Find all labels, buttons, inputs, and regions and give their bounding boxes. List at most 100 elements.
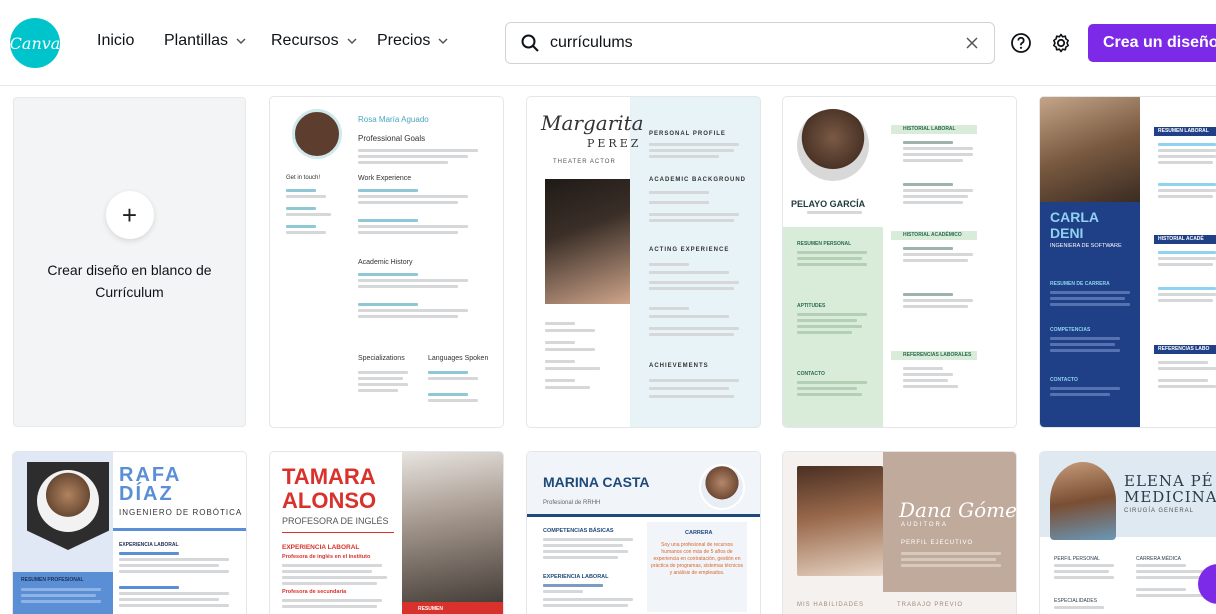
template-card-pelayo[interactable]: PELAYO GARCÍA RESUMEN PERSONAL APTITUDES…	[783, 97, 1016, 427]
create-design-label: Crea un diseño	[1103, 34, 1216, 51]
chevron-down-icon	[236, 38, 246, 45]
marina-s3: EXPERIENCIA LABORAL	[543, 574, 609, 580]
dana-s3: TRABAJO PREVIO	[897, 602, 964, 608]
pelayo-s1: HISTORIAL LABORAL	[903, 126, 956, 132]
avatar	[699, 464, 745, 510]
rafa-last: DÍAZ	[119, 483, 174, 505]
carla-photo	[1040, 97, 1140, 202]
nav-resources[interactable]: Recursos	[271, 32, 359, 50]
search-bar	[505, 22, 995, 64]
margarita-last: PEREZ	[587, 137, 642, 150]
dana-s1: PERFIL EJECUTIVO	[901, 540, 974, 546]
marina-role: Profesional de RRHH	[543, 500, 601, 506]
dana-s2: MIS HABILIDADES	[797, 602, 865, 608]
nav-templates[interactable]: Plantillas	[164, 32, 248, 50]
marina-s2: CARRERA	[685, 530, 713, 536]
clear-icon[interactable]	[964, 35, 980, 51]
marina-name: MARINA CASTA	[543, 474, 650, 490]
elena-role: CIRUGÍA GENERAL	[1124, 508, 1195, 514]
template-card-rosa[interactable]: Rosa María Aguado Professional Goals Get…	[270, 97, 503, 427]
margarita-first: Margarita	[541, 111, 644, 135]
elena-last: MEDICINA	[1124, 488, 1216, 506]
logo-text: Canva	[9, 33, 61, 53]
dana-photo	[797, 466, 883, 576]
help-icon[interactable]	[1008, 30, 1034, 56]
rosa-lang-heading: Languages Spoken	[428, 355, 489, 362]
pelayo-s6: CONTACTO	[797, 371, 825, 377]
carla-role: INGENIERA DE SOFTWARE	[1050, 243, 1122, 249]
pelayo-s2: HISTORIAL ACADÉMICO	[903, 232, 962, 238]
marina-s1: COMPETENCIAS BÁSICAS	[543, 528, 614, 534]
template-card-carla[interactable]: CARLA DENI INGENIERA DE SOFTWARE RESUMEN…	[1040, 97, 1216, 427]
avatar	[797, 109, 869, 181]
tamara-s2: Profesora de inglés en el instituto	[282, 554, 371, 560]
avatar	[292, 109, 342, 159]
nav-resources-label: Recursos	[271, 32, 339, 49]
tamara-photo	[402, 452, 503, 614]
rosa-spec-heading: Specializations	[358, 355, 405, 362]
rosa-name: Rosa María Aguado	[358, 115, 429, 124]
tamara-s1: EXPERIENCIA LABORAL	[282, 544, 360, 551]
margarita-s1: PERSONAL PROFILE	[649, 131, 726, 137]
margarita-photo	[545, 179, 630, 304]
blank-design-label: Crear diseño en blanco de Currículum	[47, 262, 212, 300]
template-card-elena[interactable]: ELENA PÉ MEDICINA CIRUGÍA GENERAL PERFIL…	[1040, 452, 1216, 614]
pelayo-s3: REFERENCIAS LABORALES	[903, 352, 972, 358]
avatar	[37, 470, 99, 532]
nav-pricing-label: Precios	[377, 32, 431, 49]
search-input[interactable]	[550, 34, 964, 52]
tamara-last: ALONSO	[282, 488, 377, 513]
carla-last: DENI	[1050, 225, 1084, 241]
template-card-marina[interactable]: MARINA CASTA Profesional de RRHH COMPETE…	[527, 452, 760, 614]
rafa-role: INGENIERO DE ROBÓTICA	[119, 508, 243, 517]
carla-r3: REFERENCIAS LABO	[1158, 346, 1210, 352]
rosa-work-heading: Work Experience	[358, 175, 412, 182]
rosa-academic-heading: Academic History	[358, 259, 413, 266]
blank-design-card[interactable]: + Crear diseño en blanco de Currículum	[13, 97, 246, 427]
rosa-contact-heading: Get in touch!	[286, 175, 321, 181]
chevron-down-icon	[347, 38, 357, 45]
rosa-goals-heading: Professional Goals	[358, 134, 426, 143]
pelayo-s5: APTITUDES	[797, 303, 826, 309]
template-card-tamara[interactable]: TAMARA ALONSO PROFESORA DE INGLÉS EXPERI…	[270, 452, 503, 614]
elena-s3: ESPECIALIDADES	[1054, 598, 1098, 604]
template-card-rafa[interactable]: RAFA DÍAZ INGENIERO DE ROBÓTICA EXPERIEN…	[13, 452, 246, 614]
nav-home-label: Inicio	[97, 32, 135, 49]
create-design-button[interactable]: Crea un diseño	[1088, 24, 1216, 62]
tamara-first: TAMARA	[282, 464, 376, 489]
margarita-s4: ACHIEVEMENTS	[649, 363, 709, 369]
margarita-s3: ACTING EXPERIENCE	[649, 247, 730, 253]
tamara-s4: RESUMEN	[418, 606, 444, 612]
rafa-s1: EXPERIENCIA LABORAL	[119, 542, 179, 548]
dana-role: AUDITORA	[901, 522, 948, 528]
tamara-s3: Profesora de secundaria	[282, 589, 347, 595]
rafa-first: RAFA	[119, 464, 182, 486]
carla-s3: CONTACTO	[1050, 377, 1078, 383]
search-icon	[521, 34, 539, 52]
nav-pricing[interactable]: Precios	[377, 32, 450, 50]
rafa-s2: RESUMEN PROFESIONAL	[21, 577, 84, 583]
carla-r1: RESUMEN LABORAL	[1158, 128, 1209, 134]
template-card-margarita[interactable]: Margarita PEREZ THEATER ACTOR PERSONAL P…	[527, 97, 760, 427]
margarita-s2: ACADEMIC BACKGROUND	[649, 177, 746, 183]
gear-icon[interactable]	[1048, 30, 1074, 56]
carla-r2: HISTORIAL ACADÉ	[1158, 236, 1204, 242]
carla-s1: RESUMEN DE CARRERA	[1050, 281, 1110, 287]
nav-templates-label: Plantillas	[164, 32, 229, 49]
template-card-dana[interactable]: Dana Gómez AUDITORA PERFIL EJECUTIVO MIS…	[783, 452, 1016, 614]
carla-s2: COMPETENCIAS	[1050, 327, 1091, 333]
elena-s2: CARRERA MÉDICA	[1136, 556, 1182, 562]
elena-s1: PERFIL PERSONAL	[1054, 556, 1100, 562]
carla-first: CARLA	[1050, 209, 1099, 225]
top-bar: Canva Inicio Plantillas Recursos Precios…	[0, 0, 1216, 86]
dana-name: Dana Gómez	[899, 498, 1016, 522]
chevron-down-icon	[438, 38, 448, 45]
marina-quote: Soy una profesional de recursos humanos …	[651, 542, 743, 576]
canva-logo[interactable]: Canva	[10, 18, 60, 68]
tamara-role: PROFESORA DE INGLÉS	[282, 516, 389, 526]
plus-icon: +	[105, 191, 154, 239]
elena-photo	[1050, 462, 1116, 540]
pelayo-s4: RESUMEN PERSONAL	[797, 241, 852, 247]
pelayo-name: PELAYO GARCÍA	[791, 199, 866, 209]
nav-home[interactable]: Inicio	[97, 32, 134, 50]
